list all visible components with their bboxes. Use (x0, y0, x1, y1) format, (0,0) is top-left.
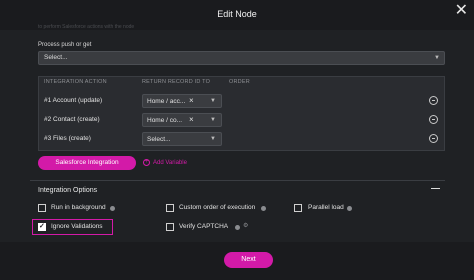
option-label: Verify CAPTCHA (179, 223, 229, 230)
chevron-down-icon: ▼ (210, 117, 216, 123)
checkbox-custom-order[interactable] (166, 204, 174, 212)
integration-panel (38, 76, 445, 151)
remove-row-icon[interactable] (429, 134, 438, 143)
clear-icon[interactable]: × (189, 96, 194, 105)
info-icon[interactable] (110, 206, 115, 211)
checkbox-ignore-validations[interactable] (38, 222, 46, 231)
return-record-value: Home / acc... (147, 98, 186, 105)
col-header-return: RETURN RECORD ID TO (142, 79, 211, 85)
option-label: Run in background (51, 204, 106, 211)
salesforce-integration-button[interactable]: Salesforce Integration (38, 156, 136, 170)
process-label: Process push or get (38, 42, 92, 48)
info-icon[interactable] (261, 206, 266, 211)
integration-row-label: #3 Files (create) (44, 135, 91, 142)
faded-description: to perform Salesforce actions with the n… (38, 24, 135, 30)
return-record-select[interactable]: Home / co... × ▼ (142, 113, 222, 127)
integration-row-label: #2 Contact (create) (44, 116, 100, 123)
col-header-order: ORDER (229, 79, 250, 85)
modal-title: Edit Node (217, 9, 257, 19)
chevron-down-icon: ▼ (210, 98, 216, 104)
checkbox-run-in-background[interactable] (38, 204, 46, 212)
info-icon[interactable] (347, 206, 352, 211)
integration-options-title: Integration Options (38, 187, 98, 194)
chevron-down-icon: ▼ (434, 55, 440, 61)
next-button[interactable]: Next (224, 252, 273, 268)
add-variable-button[interactable]: + Add Variable (143, 159, 187, 166)
clear-icon[interactable]: × (189, 115, 194, 124)
option-label: Ignore Validations (51, 223, 103, 230)
return-record-select[interactable]: Home / acc... × ▼ (142, 94, 222, 108)
close-icon[interactable]: ✕ (455, 3, 468, 19)
info-icon[interactable] (235, 225, 240, 230)
remove-row-icon[interactable] (429, 96, 438, 105)
process-select[interactable]: Select... ▼ (38, 51, 445, 65)
checkbox-verify-captcha[interactable] (166, 223, 174, 231)
return-record-value: Home / co... (147, 117, 183, 124)
process-select-value: Select... (44, 54, 68, 61)
return-record-select[interactable]: Select... ▼ (142, 132, 222, 146)
plus-circle-icon: + (143, 159, 150, 166)
section-divider (30, 180, 445, 181)
integration-row-label: #1 Account (update) (44, 97, 103, 104)
option-label: Parallel load (308, 204, 344, 211)
chevron-down-icon: ▼ (210, 136, 216, 142)
return-record-value: Select... (147, 136, 171, 143)
gear-icon[interactable]: ⚙ (243, 222, 248, 229)
collapse-icon[interactable] (431, 188, 440, 189)
option-label: Custom order of execution (179, 204, 256, 211)
remove-row-icon[interactable] (429, 115, 438, 124)
checkbox-parallel-load[interactable] (294, 204, 302, 212)
col-header-action: INTEGRATION ACTION (44, 79, 107, 85)
add-variable-label: Add Variable (153, 160, 187, 167)
